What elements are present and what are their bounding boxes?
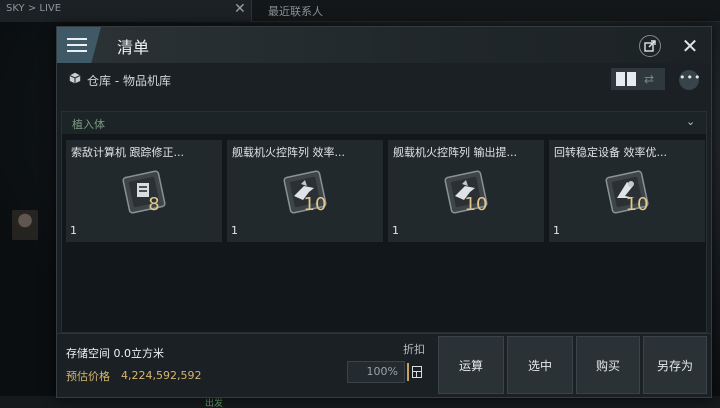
calculator-button[interactable] xyxy=(407,361,423,383)
item-level: 10 xyxy=(465,194,488,215)
storage-space-text: 存储空间 0.0立方米 xyxy=(66,347,164,360)
calculate-button[interactable]: 运算 xyxy=(438,336,504,394)
background-contacts-label[interactable]: 最近联系人 xyxy=(268,3,323,19)
item-level: 8 xyxy=(148,194,159,215)
save-as-button[interactable]: 另存为 xyxy=(643,336,707,394)
inventory-list: 植入体 ⌄ 索敌计算机 跟踪修正... 8 1 舰载机火控阵列 效率... 10… xyxy=(61,111,707,333)
chevron-down-icon[interactable]: ⌄ xyxy=(686,115,695,128)
window-title: 清单 xyxy=(117,38,150,57)
item-name: 回转稳定设备 效率优... xyxy=(554,146,667,159)
buy-button[interactable]: 购买 xyxy=(576,336,640,394)
window-header: 清单 ✕ xyxy=(57,27,711,63)
grid-view-icon-part xyxy=(627,72,636,86)
discount-field[interactable]: 100% xyxy=(347,361,405,383)
item-name: 舰载机火控阵列 输出提... xyxy=(393,146,517,159)
background-topbar: SKY > LIVE ✕ 最近联系人 xyxy=(0,0,720,22)
item-level: 10 xyxy=(626,194,649,215)
swap-icon: ⇄ xyxy=(644,72,655,86)
view-toggle-button[interactable]: ⇄ xyxy=(611,68,665,90)
item-level: 10 xyxy=(304,194,327,215)
footer: 存储空间 0.0立方米 预估价格 4,224,592,592 折扣 100% 运… xyxy=(57,335,711,397)
item-count: 1 xyxy=(553,224,560,237)
grid-view-icon xyxy=(616,72,625,86)
breadcrumb: 仓库 - 物品机库 ⇄ ••• xyxy=(57,63,711,95)
item-name: 索敌计算机 跟踪修正... xyxy=(71,146,184,159)
item-count: 1 xyxy=(70,224,77,237)
background-avatar xyxy=(12,210,38,240)
item-card[interactable]: 索敌计算机 跟踪修正... 8 1 xyxy=(66,140,222,242)
gyro-module-icon: 10 xyxy=(605,170,649,215)
item-count: 1 xyxy=(392,224,399,237)
popout-icon xyxy=(644,40,656,52)
cpu-module-icon: 8 xyxy=(122,170,166,215)
close-button[interactable]: ✕ xyxy=(679,35,701,57)
group-label: 植入体 xyxy=(72,118,105,131)
item-card[interactable]: 舰载机火控阵列 效率... 10 1 xyxy=(227,140,383,242)
background-tab-label: SKY > LIVE xyxy=(6,3,62,14)
background-tab-close-icon[interactable]: ✕ xyxy=(234,1,246,17)
drone-module-icon: 10 xyxy=(444,170,488,215)
inventory-window: 清单 ✕ 仓库 - 物品机库 ⇄ ••• 植入体 ⌄ 索敌计算机 跟踪修正...… xyxy=(56,26,712,398)
background-chat-tab[interactable]: SKY > LIVE ✕ xyxy=(0,0,252,22)
item-name: 舰载机火控阵列 效率... xyxy=(232,146,345,159)
box-icon xyxy=(69,72,81,84)
discount-value: 100% xyxy=(366,365,398,378)
popout-button[interactable] xyxy=(639,35,661,57)
calculator-icon xyxy=(412,366,422,378)
hamburger-icon xyxy=(67,38,87,52)
footer-divider xyxy=(57,333,711,334)
estimated-price-label: 预估价格 xyxy=(66,370,110,383)
group-header[interactable]: 植入体 ⌄ xyxy=(62,112,706,134)
item-count: 1 xyxy=(231,224,238,237)
breadcrumb-text[interactable]: 仓库 - 物品机库 xyxy=(87,72,171,89)
select-button[interactable]: 选中 xyxy=(507,336,573,394)
estimated-price-value: 4,224,592,592 xyxy=(121,369,202,382)
drone-module-icon: 10 xyxy=(283,170,327,215)
more-options-button[interactable]: ••• xyxy=(679,70,700,90)
menu-button[interactable] xyxy=(57,27,101,63)
item-card[interactable]: 回转稳定设备 效率优... 10 1 xyxy=(549,140,705,242)
discount-label: 折扣 xyxy=(403,343,425,356)
close-icon: ✕ xyxy=(681,34,699,58)
item-card[interactable]: 舰载机火控阵列 输出提... 10 1 xyxy=(388,140,544,242)
